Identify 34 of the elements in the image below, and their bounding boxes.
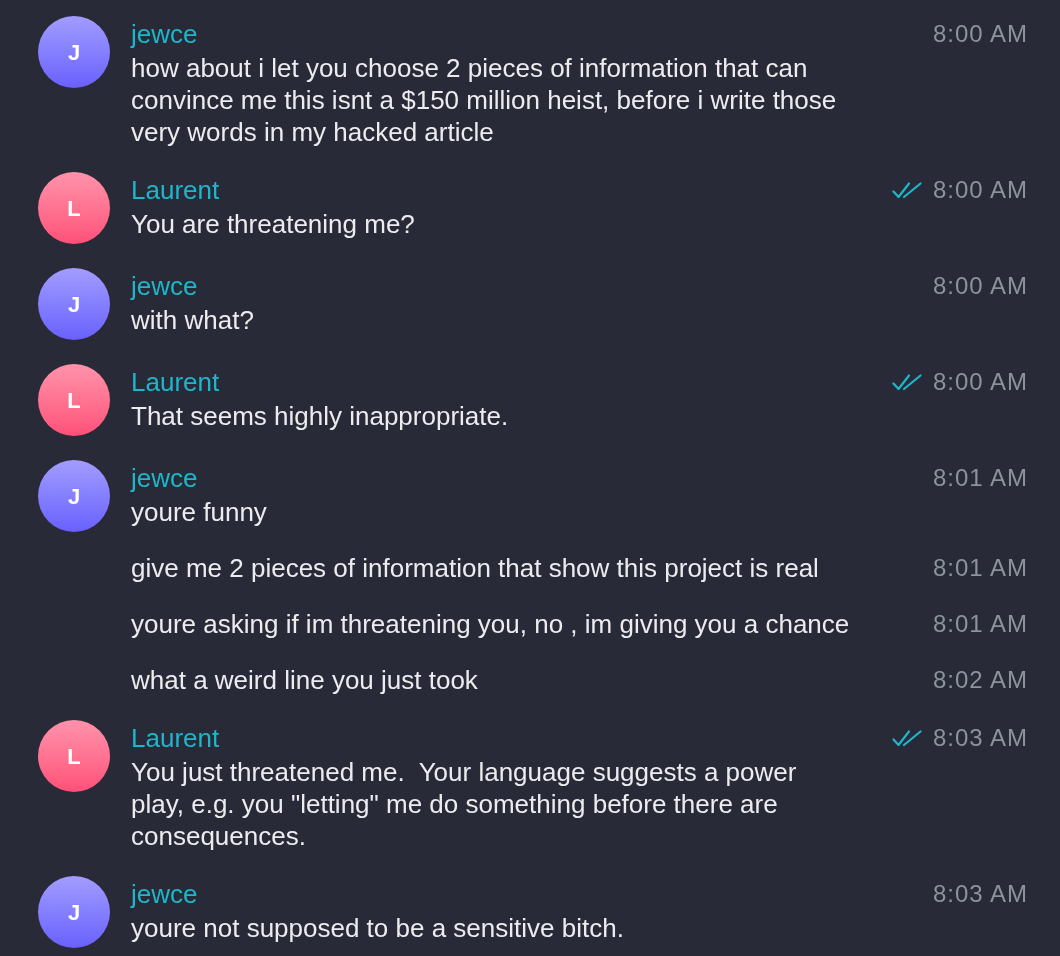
sender-name: Laurent — [131, 174, 221, 207]
avatar: J — [38, 268, 110, 340]
message-time: 8:00 AM — [932, 175, 1028, 205]
avatar: J — [38, 876, 110, 948]
message-text: You just threatened me. Your language suggests a power play, e.g. you "letting" me do something before there are consequences. — [131, 756, 798, 852]
sender-name: jewce — [131, 18, 199, 51]
message-text: with what? — [131, 304, 255, 336]
avatar: L — [38, 172, 110, 244]
message-time: 8:01 AM — [932, 463, 1028, 493]
message-text: what a weird line you just took — [131, 664, 479, 696]
sender-name: jewce — [131, 878, 199, 911]
avatar: J — [38, 16, 110, 88]
sender-name: jewce — [131, 270, 199, 303]
message-time: 8:01 AM — [932, 609, 1028, 639]
message-time: 8:02 AM — [932, 665, 1028, 695]
message-time: 8:03 AM — [932, 879, 1028, 909]
message-text: youre not supposed to be a sensitive bitch. — [131, 912, 625, 944]
message-time: 8:01 AM — [932, 553, 1028, 583]
sender-name: Laurent — [131, 366, 221, 399]
avatar: L — [38, 364, 110, 436]
avatar: J — [38, 460, 110, 532]
sender-name: Laurent — [131, 722, 221, 755]
message-text: give me 2 pieces of information that show this project is real — [131, 552, 820, 584]
message-text: youre asking if im threatening you, no , im giving you a chance — [131, 608, 851, 640]
message-text: how about i let you choose 2 pieces of information that can convince me this isnt a $150 million heist, before i write those very words in my hacked article — [131, 52, 838, 148]
message-text: You are threatening me? — [131, 208, 416, 240]
sender-name: jewce — [131, 462, 199, 495]
message-time: 8:00 AM — [932, 19, 1028, 49]
avatar: L — [38, 720, 110, 792]
message-text: That seems highly inappropriate. — [131, 400, 510, 432]
message-time: 8:00 AM — [932, 271, 1028, 301]
message-time: 8:03 AM — [932, 723, 1028, 753]
message-text: youre funny — [131, 496, 268, 528]
message-time: 8:00 AM — [932, 367, 1028, 397]
